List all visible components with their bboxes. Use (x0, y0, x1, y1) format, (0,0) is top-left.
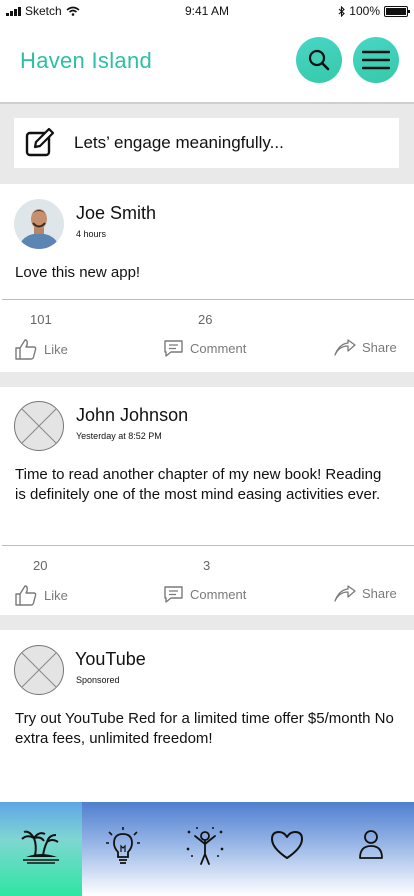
share-icon (334, 585, 356, 602)
post-time: 4 hours (76, 229, 107, 239)
comment-button[interactable]: Comment (163, 585, 246, 604)
menu-button[interactable] (353, 37, 399, 83)
post-card: YouTube Sponsored Try out YouTube Red fo… (0, 630, 414, 802)
island-icon (21, 830, 59, 864)
nav-activities[interactable] (164, 802, 246, 896)
like-button[interactable]: Like (14, 584, 68, 606)
avatar[interactable] (14, 645, 64, 695)
post-body: Love this new app! (15, 264, 141, 281)
search-button[interactable] (296, 37, 342, 83)
nav-favorites[interactable] (246, 802, 328, 896)
battery-icon (384, 5, 410, 17)
share-icon (334, 339, 356, 356)
celebrate-icon (186, 827, 224, 865)
like-label: Like (44, 587, 68, 603)
comment-count: 26 (198, 312, 213, 327)
like-count: 101 (30, 312, 52, 327)
share-button[interactable]: Share (334, 339, 397, 356)
comment-label: Comment (190, 587, 247, 602)
post-author[interactable]: John Johnson (76, 405, 188, 426)
app-logo: Haven Island (20, 48, 153, 73)
post-time: Sponsored (76, 675, 120, 685)
comment-count: 3 (203, 558, 211, 573)
app-header: Haven Island (0, 22, 414, 104)
bottom-nav (0, 802, 414, 896)
comment-label: Comment (190, 341, 247, 356)
divider (2, 545, 414, 546)
post-composer[interactable]: Lets’ engage meaningfully... (14, 118, 399, 168)
thumbs-up-icon (15, 339, 37, 360)
nav-home[interactable] (0, 802, 82, 896)
comment-button[interactable]: Comment (163, 339, 246, 358)
like-label: Like (44, 341, 68, 357)
battery-percent: 100% (349, 4, 380, 18)
search-icon (308, 49, 330, 71)
post-author[interactable]: Joe Smith (76, 203, 156, 224)
avatar[interactable] (14, 401, 64, 451)
user-photo-icon (14, 199, 64, 249)
heart-icon (271, 831, 303, 859)
post-body: Try out YouTube Red for a limited time o… (15, 710, 394, 747)
thumbs-up-icon (15, 585, 37, 606)
edit-icon (25, 127, 55, 157)
avatar-placeholder-icon (21, 408, 57, 444)
share-button[interactable]: Share (334, 585, 397, 602)
composer-placeholder: Lets’ engage meaningfully... (74, 133, 284, 152)
bluetooth-icon (338, 5, 346, 17)
like-count: 20 (33, 558, 48, 573)
post-card: John Johnson Yesterday at 8:52 PM Time t… (0, 387, 414, 615)
post-time: Yesterday at 8:52 PM (76, 431, 162, 441)
avatar[interactable] (14, 199, 64, 249)
nav-profile[interactable] (328, 802, 414, 896)
like-button[interactable]: Like (14, 338, 68, 360)
post-body: Time to read another chapter of my new b… (15, 466, 382, 503)
comment-icon (164, 586, 183, 603)
nav-ideas[interactable] (82, 802, 164, 896)
lightbulb-icon (106, 827, 140, 864)
post-card: Joe Smith 4 hours Love this new app! 101… (0, 184, 414, 372)
status-bar: Sketch 9:41 AM 100% (0, 0, 414, 22)
share-label: Share (362, 340, 397, 355)
comment-icon (164, 340, 183, 357)
divider (2, 299, 414, 300)
status-right: 100% (338, 4, 410, 18)
profile-icon (359, 830, 383, 859)
share-label: Share (362, 586, 397, 601)
hamburger-icon (362, 50, 390, 70)
post-author[interactable]: YouTube (75, 649, 146, 670)
avatar-placeholder-icon (21, 652, 57, 688)
